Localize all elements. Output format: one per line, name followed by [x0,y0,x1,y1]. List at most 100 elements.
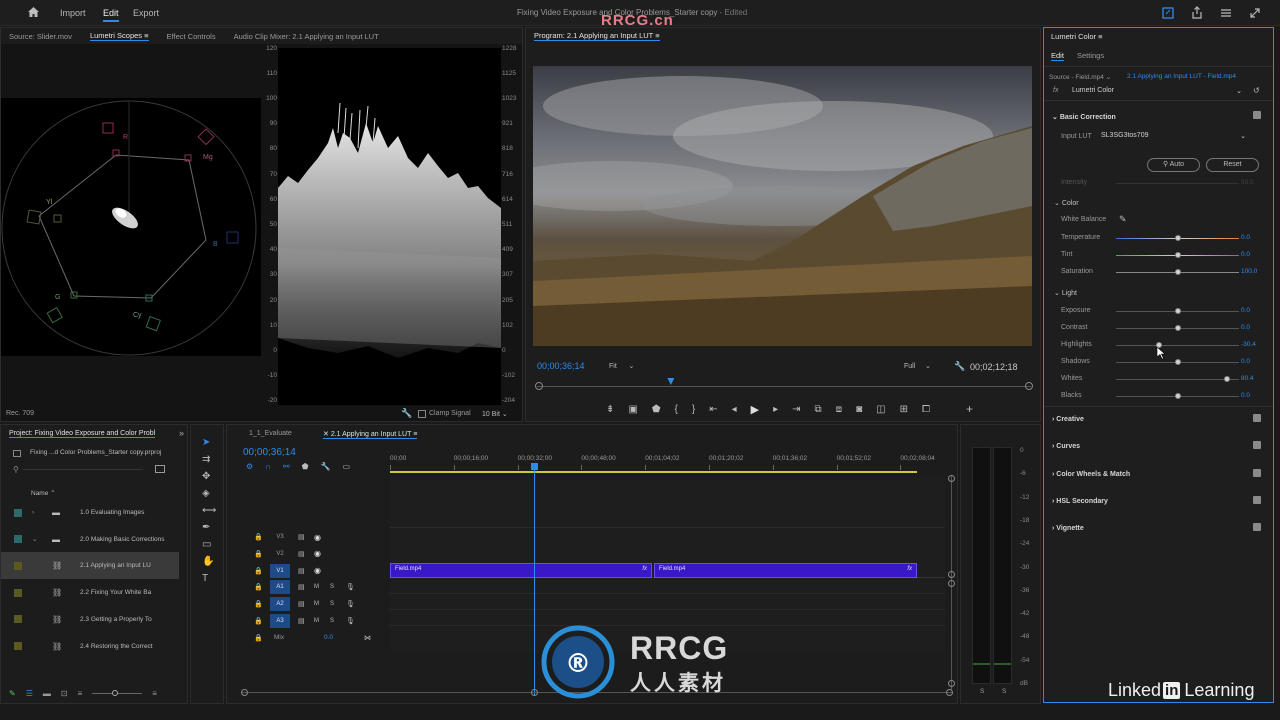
slip-tool-icon[interactable]: ⟷ [202,505,216,516]
project-menu-icon[interactable]: ≡ [152,689,157,698]
clamp-signal-checkbox[interactable] [418,410,426,418]
play-icon[interactable]: ▶ [751,403,759,416]
vignette-section-header[interactable]: › Vignette [1052,525,1084,532]
proxy-icon[interactable]: ⧠ [922,404,930,415]
name-column-header[interactable]: Name ⌃ [31,489,56,497]
lumetri-reset-icon[interactable]: ↺ [1253,86,1260,95]
auto-button[interactable]: ⚲ Auto [1147,158,1200,172]
microphone-icon[interactable]: 🎙 [346,583,360,591]
captions-icon[interactable]: ▭ [343,462,351,471]
sync-lock-icon[interactable]: ▤ [298,617,314,625]
solo-left-button[interactable]: S [980,688,984,695]
add-marker-icon[interactable]: ⬟ [302,462,309,471]
timeline-playhead-cap[interactable] [531,463,538,470]
project-list-item[interactable]: ⛓ 2.2 Fixing Your White Ba [1,579,179,606]
fit-select[interactable]: Fit ⌄ [609,362,634,370]
track-select-tool-icon[interactable]: ⇉ [202,454,216,465]
track-target-a3[interactable]: A3 [270,614,290,628]
sync-lock-icon[interactable]: ▤ [298,533,314,541]
pen-tool-icon[interactable]: ✒ [202,522,216,533]
lock-icon[interactable]: 🔒 [254,567,268,575]
lock-icon[interactable]: 🔒 [254,533,268,541]
blacks-slider-knob[interactable] [1174,393,1181,399]
program-timecode-current[interactable]: 00;00;36;14 [537,361,585,371]
track-target-a2[interactable]: A2 [270,597,290,612]
sync-lock-icon[interactable]: ▤ [298,550,314,558]
tab-source[interactable]: Source: Slider.mov [9,32,72,41]
highlights-value[interactable]: -30.4 [1241,341,1256,348]
expand-chevron-icon[interactable]: › [32,509,48,516]
go-to-out-icon[interactable]: ⇥ [792,404,800,415]
pencil-icon[interactable]: ✎ [9,689,16,698]
lock-icon[interactable]: 🔒 [254,600,268,608]
mark-out-icon[interactable]: } [692,404,695,415]
color-wheels-match-checkbox[interactable] [1253,468,1261,477]
sync-lock-icon[interactable]: ▤ [298,600,314,608]
hand-tool-icon[interactable]: ✋ [202,556,216,567]
mark-in-icon[interactable]: { [675,404,678,415]
step-forward-icon[interactable]: ▸ [773,404,778,415]
exposure-slider-knob[interactable] [1174,308,1181,314]
fullscreen-icon[interactable] [1249,7,1261,21]
selection-tool-icon[interactable]: ➤ [202,437,216,448]
menu-edit[interactable]: Edit [103,8,119,22]
timeline-settings-icon[interactable]: 🔧 [321,462,331,471]
compare-icon[interactable]: ◫ [876,404,885,415]
project-tab[interactable]: Project: Fixing Video Exposure and Color… [9,430,156,438]
razor-tool-icon[interactable]: ◈ [202,488,216,499]
track-target-a1[interactable]: A1 [270,580,290,595]
nest-icon[interactable]: ⚙ [246,462,253,471]
mute-button[interactable]: M [314,601,330,607]
list-view-icon[interactable]: ☰ [26,689,33,698]
tint-value[interactable]: 0.0 [1241,251,1250,258]
expand-chevron-icon[interactable]: ⌄ [32,535,48,543]
lumetri-tab-settings[interactable]: Settings [1077,51,1104,60]
vignette-checkbox[interactable] [1253,523,1261,532]
timeline-timecode[interactable]: 00;00;36;14 [243,447,296,458]
solo-right-button[interactable]: S [1002,688,1006,695]
multicam-icon[interactable]: ⊞ [900,404,908,415]
project-list-item[interactable]: › ▬ 1.0 Evaluating Images [1,499,179,526]
input-lut-select[interactable]: SL3SG3tos709 ⌄ [1101,132,1246,140]
blacks-value[interactable]: 0.0 [1241,392,1250,399]
solo-button[interactable]: S [330,601,346,607]
tab-effect-controls[interactable]: Effect Controls [167,32,216,41]
quick-export-icon[interactable] [1162,7,1174,21]
eye-icon[interactable]: ◉ [314,549,330,558]
reset-button[interactable]: Reset [1206,158,1259,172]
curves-checkbox[interactable] [1253,441,1261,450]
work-area-bar[interactable] [390,471,917,473]
track-target-v3[interactable]: V3 [270,530,290,544]
lock-icon[interactable]: 🔒 [254,550,268,558]
project-search-input[interactable] [23,469,143,470]
program-out-handle[interactable] [1025,382,1033,390]
add-button[interactable]: + [966,402,973,416]
program-scrubber[interactable] [535,378,1033,392]
panel-overflow-icon[interactable]: » [179,428,184,438]
mute-button[interactable]: M [314,584,330,590]
zoom-slider[interactable] [92,689,143,696]
tab-lumetri-scopes[interactable]: Lumetri Scopes ≡ [89,31,149,41]
rectangle-tool-icon[interactable]: ▭ [202,539,216,550]
solo-button[interactable]: S [330,584,346,590]
project-list-item[interactable]: ⌄ ▬ 2.0 Making Basic Corrections [1,526,179,553]
quality-select[interactable]: Full ⌄ [904,362,931,370]
camera-icon[interactable]: ◙ [856,404,862,415]
solo-button[interactable]: S [330,618,346,624]
timeline-tab-2[interactable]: ✕ 2.1 Applying an Input LUT ≡ [323,430,418,439]
hsl-secondary-checkbox[interactable] [1253,495,1261,504]
eye-icon[interactable]: ◉ [314,566,330,575]
program-in-handle[interactable] [535,382,543,390]
microphone-icon[interactable]: 🎙 [346,600,360,608]
project-list-item[interactable]: ⛓ 2.1 Applying an Input LU [1,552,179,580]
exposure-value[interactable]: 0.0 [1241,307,1250,314]
highlights-slider[interactable] [1116,345,1239,346]
project-list-item[interactable]: ⛓ 2.3 Getting a Properly To [1,606,179,633]
light-header[interactable]: ⌄ Light [1054,289,1077,297]
safe-margins-icon[interactable]: ▣ [628,404,637,415]
overwrite-icon[interactable]: ⧈ [836,404,842,415]
wrench-icon[interactable]: 🔧 [401,408,412,419]
contrast-slider-knob[interactable] [1174,325,1181,331]
linked-selection-icon[interactable]: ⚯ [283,462,290,471]
share-icon[interactable] [1191,6,1203,21]
